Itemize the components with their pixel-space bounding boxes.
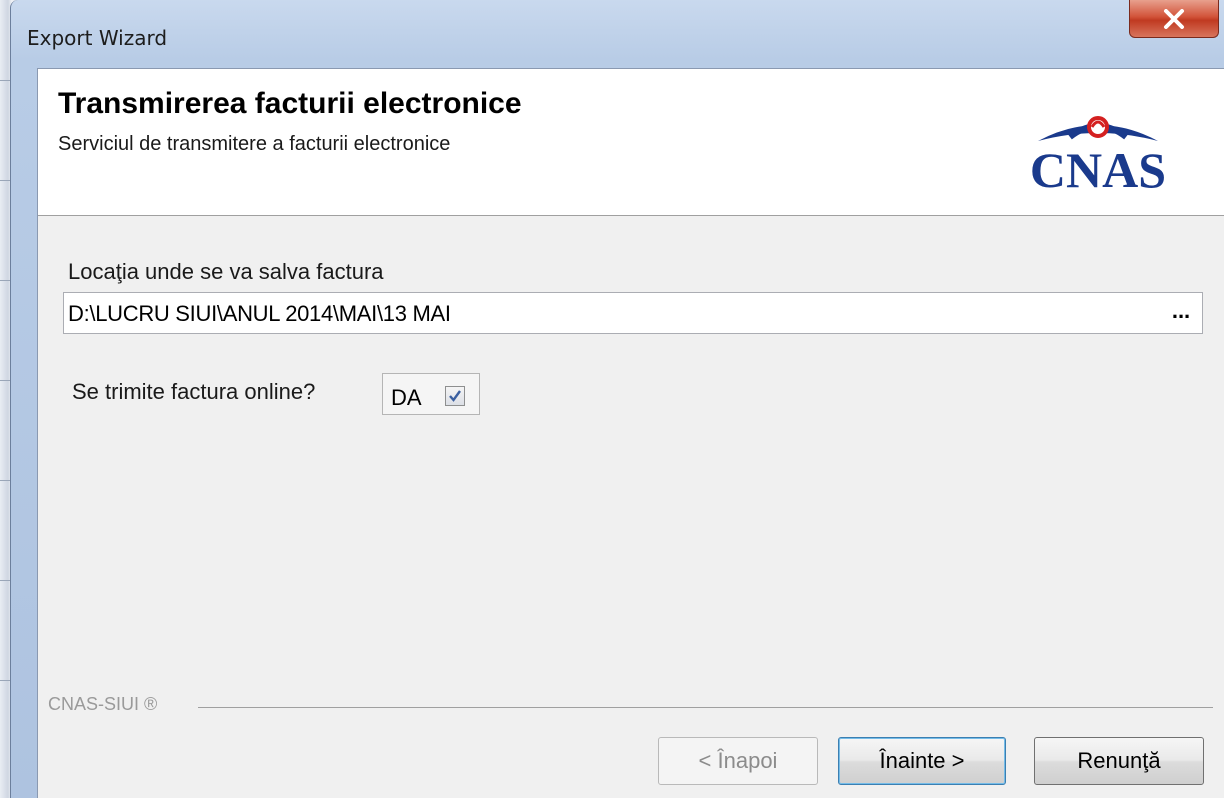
wizard-header: Transmirerea facturii electronice Servic…	[38, 69, 1224, 216]
close-icon	[1164, 8, 1184, 29]
location-path-value[interactable]: D:\LUCRU SIUI\ANUL 2014\MAI\13 MAI	[68, 301, 451, 327]
send-online-checkbox[interactable]	[445, 386, 465, 406]
footer-divider	[198, 707, 1213, 708]
next-button[interactable]: Înainte >	[838, 737, 1006, 785]
page-subtitle: Serviciul de transmitere a facturii elec…	[58, 133, 451, 155]
location-label: Locaţia unde se va salva factura	[68, 259, 384, 284]
send-online-group[interactable]: DA	[382, 373, 480, 415]
title-bar[interactable]: Export Wizard	[11, 0, 1224, 68]
close-button[interactable]	[1129, 0, 1219, 38]
back-button[interactable]: < Înapoi	[658, 737, 818, 785]
window-title: Export Wizard	[27, 26, 168, 50]
browse-button[interactable]: ...	[1168, 297, 1194, 329]
wizard-content: Transmirerea facturii electronice Servic…	[37, 68, 1224, 798]
cnas-logo: CNAS	[1030, 116, 1166, 195]
export-wizard-window: Export Wizard Transmirerea facturii elec…	[10, 0, 1224, 798]
cancel-button[interactable]: Renunţă	[1034, 737, 1204, 785]
checkmark-icon	[449, 390, 461, 402]
send-online-label: Se trimite factura online?	[72, 379, 316, 404]
location-path-input[interactable]: D:\LUCRU SIUI\ANUL 2014\MAI\13 MAI ...	[63, 292, 1203, 334]
footer-brand: CNAS-SIUI ®	[48, 694, 158, 714]
send-online-checkbox-label[interactable]: DA	[391, 385, 422, 411]
page-title: Transmirerea facturii electronice	[58, 87, 522, 120]
logo-text: CNAS	[1030, 142, 1166, 195]
